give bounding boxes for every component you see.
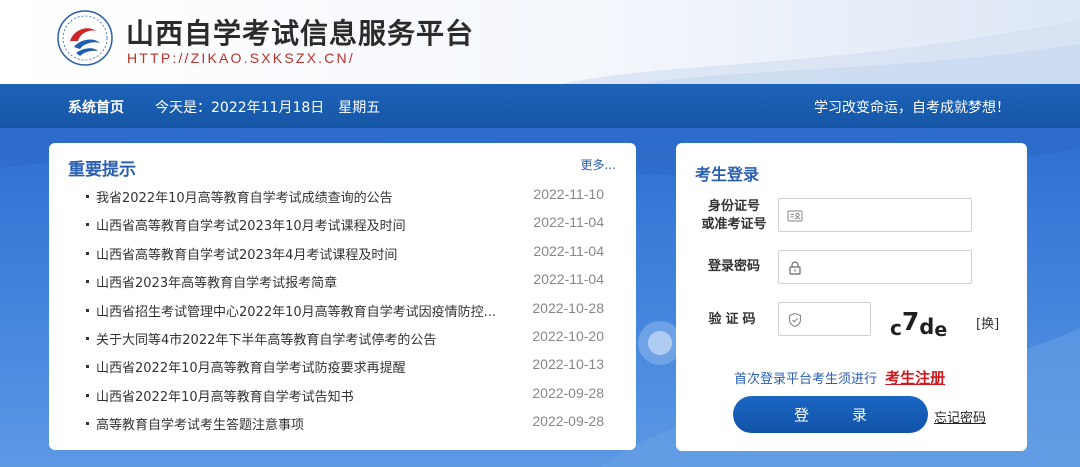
notice-item[interactable]: 山西省2022年10月高等教育自学考试防疫要求再提醒 2022-10-13 [84,353,612,381]
notice-item[interactable]: 山西省2022年10月高等教育自学考试告知书 2022-09-28 [84,382,612,410]
bullet-icon [86,195,89,198]
notice-item[interactable]: 山西省2023年高等教育自学考试报考简章 2022-11-04 [84,268,612,296]
header-decoration [560,20,1080,84]
captcha-char: d [919,315,935,339]
bullet-icon [86,223,89,227]
notice-text[interactable]: 山西省高等教育自学考试2023年4月考试课程及时间 [96,244,516,263]
slogan: 学习改变命运，自考成就梦想！ [814,100,1010,116]
notice-date: 2022-11-04 [533,242,604,259]
notice-item[interactable]: 山西省高等教育自学考试2023年10月考试课程及时间 2022-11-04 [84,211,612,239]
notice-title: 重要提示 [68,160,136,180]
notice-item[interactable]: 山西省高等教育自学考试2023年4月考试课程及时间 2022-11-04 [84,240,612,268]
notice-date: 2022-11-04 [533,271,604,288]
password-input[interactable] [809,257,965,277]
notice-item[interactable]: 我省2022年10月高等教育自学考试成绩查询的公告 2022-11-10 [84,183,612,211]
id-label-line1: 身份证号 [707,199,760,214]
site-header: 山西自学考试信息服务平台 HTTP://ZIKAO.SXKSZX.CN/ [0,0,1080,84]
notice-item[interactable]: 山西省招生考试管理中心2022年10月高等教育自学考试因疫情防控... 2022-… [84,297,612,325]
notice-text[interactable]: 山西省2022年10月高等教育自学考试告知书 [96,386,516,405]
notice-date: 2022-11-04 [533,214,604,231]
bullet-icon [86,308,89,312]
captcha-label: 验证码 [708,312,760,327]
id-label: 身份证号 或准考证号 [698,198,770,234]
notice-item[interactable]: 高等教育自学考试考生答题注意事项 2022-09-28 [84,410,612,438]
more-link[interactable]: 更多... [581,156,616,173]
bullet-icon [86,365,89,369]
bullet-icon [86,280,89,284]
id-label-line2: 或准考证号 [701,217,767,232]
login-button[interactable]: 登 录 [733,396,928,433]
captcha-input[interactable] [809,309,864,329]
notice-text[interactable]: 山西省高等教育自学考试2023年10月考试课程及时间 [96,215,516,234]
notice-text[interactable]: 山西省2022年10月高等教育自学考试防疫要求再提醒 [96,357,516,376]
current-date: 今天是：2022年11月18日 星期五 [155,100,381,116]
notice-item[interactable]: 关于大同等4市2022年下半年高等教育自学考试停考的公告 2022-10-20 [84,325,612,353]
bullet-icon [86,393,89,397]
bullet-icon [86,251,89,255]
bullet-icon [86,336,89,340]
refresh-captcha-link[interactable]: [换] [976,313,999,332]
notice-date: 2022-10-20 [532,327,604,344]
captcha-field[interactable] [778,302,871,336]
bullet-icon [86,422,89,426]
id-card-icon [787,210,803,222]
id-number-input[interactable] [809,205,965,225]
notice-text[interactable]: 关于大同等4市2022年下半年高等教育自学考试停考的公告 [96,329,516,348]
notice-text[interactable]: 高等教育自学考试考生答题注意事项 [96,414,516,433]
register-prompt-line: 首次登录平台考生须进行 考生注册 [734,367,945,388]
notice-date: 2022-09-28 [532,384,604,401]
notice-text[interactable]: 山西省2023年高等教育自学考试报考简章 [96,272,516,291]
nav-home-link[interactable]: 系统首页 [68,97,124,117]
login-title: 考生登录 [695,165,760,184]
notice-list: 我省2022年10月高等教育自学考试成绩查询的公告 2022-11-10 山西省高… [84,183,612,439]
exam-logo-icon [57,10,113,66]
captcha-image[interactable]: c7de [890,306,966,341]
login-panel: 考生登录 身份证号 或准考证号 登录密码 验证码 c7de [换] 首次登录平台… [676,143,1027,451]
lock-icon [789,261,801,275]
nav-bar: 系统首页 今天是：2022年11月18日 星期五 学习改变命运，自考成就梦想！ [0,84,1080,128]
site-url: HTTP://ZIKAO.SXKSZX.CN/ [127,50,355,66]
password-label: 登录密码 [707,259,760,274]
forgot-password-link[interactable]: 忘记密码 [934,407,986,426]
site-title: 山西自学考试信息服务平台 [126,17,475,50]
notice-date: 2022-10-28 [532,299,604,316]
notice-date: 2022-11-10 [533,186,604,202]
notice-text[interactable]: 山西省招生考试管理中心2022年10月高等教育自学考试因疫情防控... [96,301,516,320]
shield-icon [788,312,802,328]
register-link[interactable]: 考生注册 [885,369,945,387]
captcha-char: 7 [901,307,920,336]
notice-panel: 重要提示 更多... 我省2022年10月高等教育自学考试成绩查询的公告 2022… [49,143,636,450]
notice-date: 2022-09-28 [532,413,604,430]
captcha-char: e [934,319,948,341]
notice-text[interactable]: 我省2022年10月高等教育自学考试成绩查询的公告 [96,187,516,206]
register-prompt: 首次登录平台考生须进行 [734,372,878,387]
notice-date: 2022-10-13 [532,356,604,373]
password-field[interactable] [778,250,972,284]
captcha-char: c [890,316,902,340]
id-number-field[interactable] [778,198,972,232]
